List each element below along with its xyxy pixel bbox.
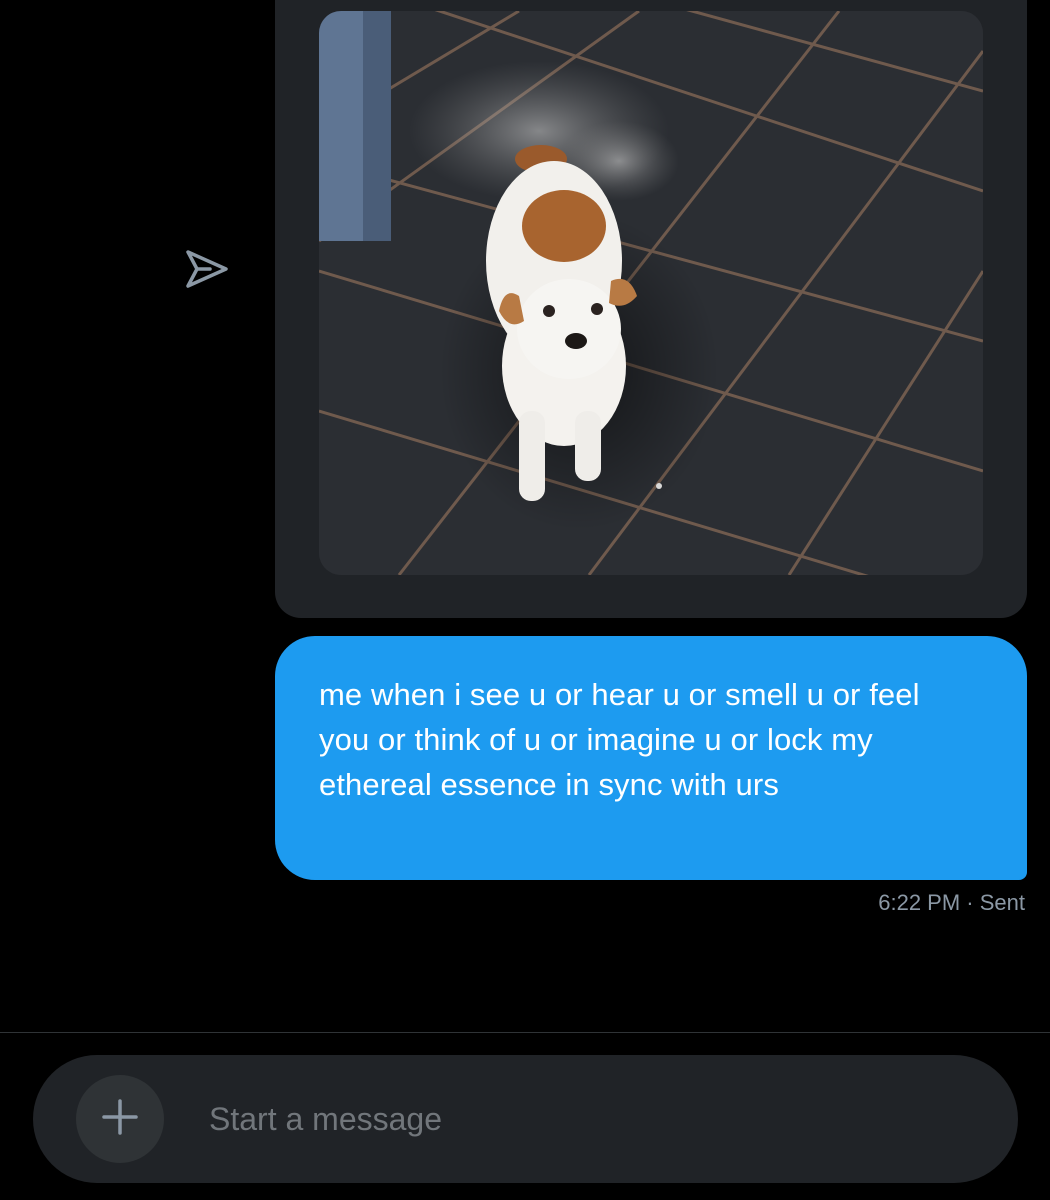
plus-icon	[100, 1097, 140, 1142]
add-attachment-button[interactable]	[76, 1075, 164, 1163]
message-status: · Sent	[966, 890, 1025, 915]
voice-message-button[interactable]	[911, 1093, 975, 1145]
message-thread: me when i see u or hear u or smell u or …	[0, 0, 1050, 1032]
voice-wave-icon	[917, 1094, 969, 1145]
message-meta: 6:22 PM · Sent	[878, 889, 1025, 917]
message-composer	[33, 1055, 1018, 1183]
composer-divider	[0, 1032, 1050, 1033]
message-time: 6:22 PM	[878, 890, 961, 915]
dog-photo-attachment[interactable]	[319, 11, 983, 575]
share-button[interactable]	[180, 244, 234, 298]
share-arrow-icon	[184, 248, 230, 295]
sent-message-bubble[interactable]: me when i see u or hear u or smell u or …	[275, 636, 1027, 880]
message-input[interactable]	[209, 1089, 849, 1149]
message-text: me when i see u or hear u or smell u or …	[319, 677, 920, 802]
